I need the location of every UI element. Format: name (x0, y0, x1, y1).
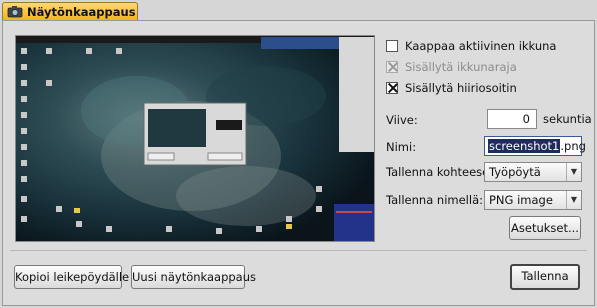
include-border-row[interactable]: Sisällytä ikkunaraja (386, 59, 517, 75)
capture-active-window-row[interactable]: Kaappaa aktiivinen ikkuna (386, 38, 556, 54)
include-pointer-checkbox[interactable] (386, 82, 398, 94)
settings-button[interactable]: Asetukset... (509, 216, 581, 240)
screenshot-preview (15, 35, 375, 242)
save-as-value: PNG image (489, 193, 553, 207)
save-to-value: Työpöytä (489, 165, 541, 179)
delay-input[interactable]: 0 (487, 109, 537, 129)
copy-to-clipboard-button[interactable]: Kopioi leikepöydälle (14, 265, 129, 289)
save-as-select[interactable]: PNG image ▼ (484, 190, 582, 210)
save-button[interactable]: Tallenna (510, 264, 580, 290)
filename-input[interactable]: screenshot1.png (484, 136, 586, 156)
delay-label: Viive: (386, 113, 418, 127)
capture-active-window-label: Kaappaa aktiivinen ikkuna (405, 39, 557, 53)
name-label: Nimi: (386, 140, 417, 154)
include-border-label: Sisällytä ikkunaraja (405, 60, 517, 74)
include-pointer-label: Sisällytä hiiriosoitin (405, 81, 517, 95)
capture-active-window-checkbox[interactable] (386, 40, 398, 52)
window-title: Näytönkaappaus (27, 5, 136, 19)
filename-extension: .png (560, 139, 586, 153)
save-as-label: Tallenna nimellä: (386, 193, 483, 207)
include-border-checkbox[interactable] (386, 61, 398, 73)
divider (10, 250, 587, 251)
save-to-select[interactable]: Työpöytä ▼ (484, 162, 582, 182)
filename-selected-text: screenshot1 (488, 139, 561, 153)
delay-unit-label: sekuntia (543, 112, 592, 126)
include-pointer-row[interactable]: Sisällytä hiiriosoitin (386, 80, 517, 96)
window-tab[interactable]: Näytönkaappaus (2, 2, 138, 20)
chevron-down-icon[interactable]: ▼ (566, 191, 581, 209)
chevron-down-icon[interactable]: ▼ (566, 163, 581, 181)
camera-icon (7, 5, 23, 21)
new-screenshot-button[interactable]: Uusi näytönkaappaus (131, 265, 256, 289)
